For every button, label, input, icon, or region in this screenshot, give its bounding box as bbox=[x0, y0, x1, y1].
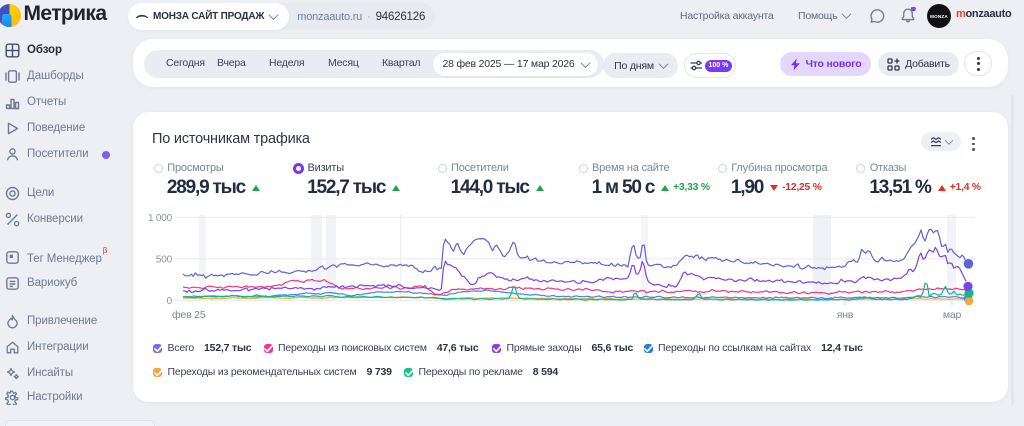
svg-text:янв: янв bbox=[837, 309, 854, 321]
svg-text:500: 500 bbox=[156, 254, 173, 265]
svg-text:0: 0 bbox=[167, 296, 173, 307]
svg-text:1 000: 1 000 bbox=[148, 213, 173, 224]
svg-text:фев 25: фев 25 bbox=[172, 309, 206, 321]
svg-text:мар: мар bbox=[943, 309, 962, 321]
